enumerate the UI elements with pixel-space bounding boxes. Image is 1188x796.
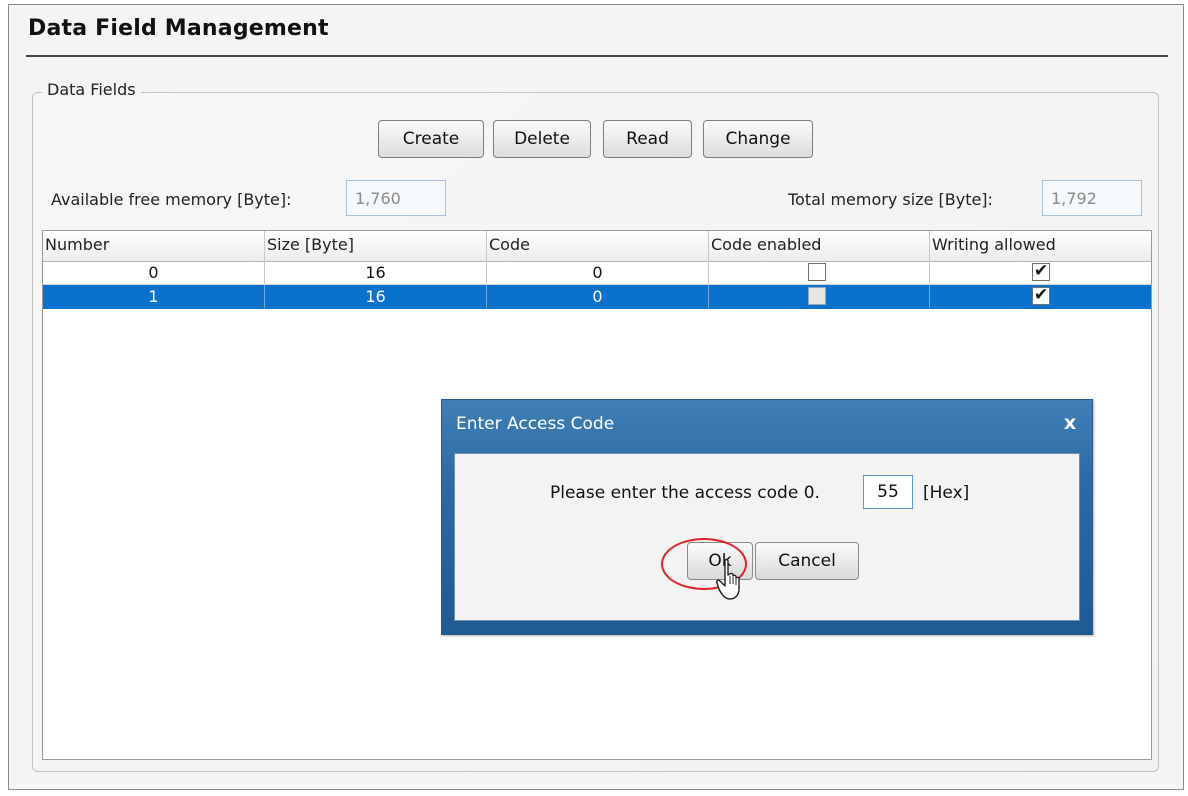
create-button[interactable]: Create [378,120,484,158]
check-icon: ✔ [1033,285,1049,305]
cell-writing-allowed: ✔ [930,285,1151,309]
code-enabled-checkbox[interactable] [808,263,826,281]
access-code-dialog: Enter Access Code x Please enter the acc… [441,399,1093,635]
cell-code-enabled [709,261,930,285]
cell-code: 0 [487,285,709,309]
table-row-selected[interactable]: 1 16 0 ✔ [43,285,1151,309]
cell-number: 0 [43,261,265,285]
cell-number: 1 [43,285,265,309]
dialog-title: Enter Access Code [456,414,615,434]
table-row[interactable]: 0 16 0 ✔ [43,261,1151,285]
hex-unit-label: [Hex] [923,483,970,503]
cell-code-enabled [709,285,930,309]
ok-button[interactable]: Ok [687,542,753,580]
total-memory-field [1042,180,1142,216]
group-legend: Data Fields [42,80,141,99]
cell-size: 16 [265,285,487,309]
cancel-button[interactable]: Cancel [755,542,859,580]
column-header-code-enabled[interactable]: Code enabled [709,231,930,261]
title-divider [26,55,1168,57]
read-button[interactable]: Read [603,120,692,158]
page-title: Data Field Management [28,16,329,41]
writing-allowed-checkbox[interactable]: ✔ [1032,263,1050,281]
column-header-code[interactable]: Code [487,231,709,261]
access-code-input[interactable] [863,475,913,509]
column-header-size[interactable]: Size [Byte] [265,231,487,261]
cell-size: 16 [265,261,487,285]
access-code-prompt: Please enter the access code 0. [550,483,820,503]
column-header-writing-allowed[interactable]: Writing allowed [930,231,1151,261]
code-enabled-checkbox[interactable] [808,287,826,305]
column-header-number[interactable]: Number [43,231,265,261]
table-header: Number Size [Byte] Code Code enabled Wri… [43,231,1151,262]
close-icon[interactable]: x [1060,413,1080,433]
delete-button[interactable]: Delete [493,120,591,158]
cell-code: 0 [487,261,709,285]
change-button[interactable]: Change [703,120,813,158]
cell-writing-allowed: ✔ [930,261,1151,285]
total-memory-label: Total memory size [Byte]: [788,190,993,209]
check-icon: ✔ [1033,261,1049,281]
writing-allowed-checkbox[interactable]: ✔ [1032,287,1050,305]
dialog-body: Please enter the access code 0. [Hex] Ok… [454,453,1080,621]
free-memory-field [346,180,446,216]
free-memory-label: Available free memory [Byte]: [51,190,292,209]
